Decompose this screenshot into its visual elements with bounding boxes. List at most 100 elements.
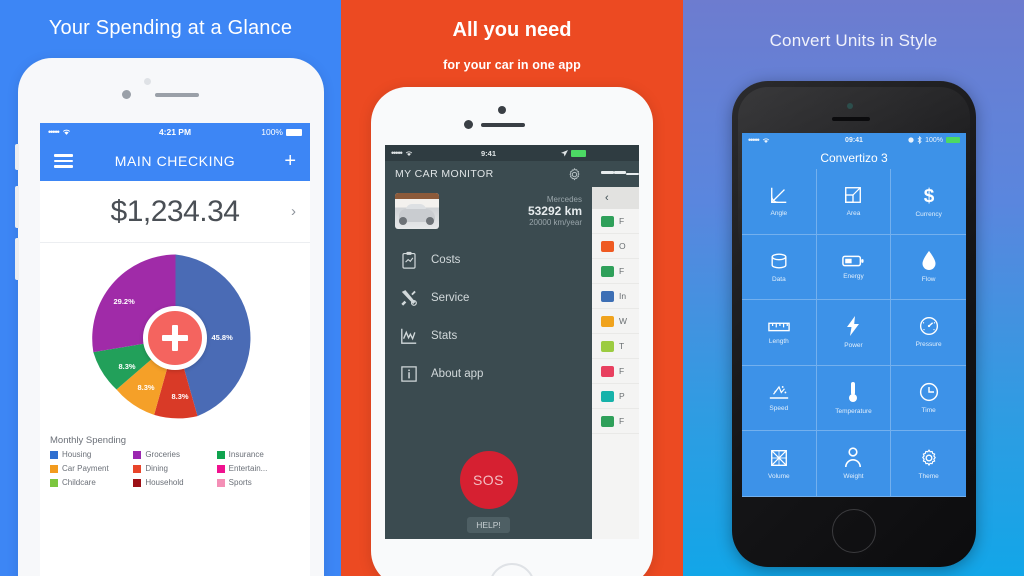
legend-item[interactable]: Dining	[133, 464, 216, 473]
tile-data[interactable]: Data	[742, 234, 817, 301]
tile-energy[interactable]: Energy	[816, 234, 892, 301]
sos-button[interactable]: SOS	[459, 451, 518, 509]
drawer-menu: Costs Service Stats About app	[385, 237, 592, 393]
menu-item-costs[interactable]: Costs	[385, 241, 592, 279]
status-bar-spacer	[592, 145, 639, 161]
home-button[interactable]	[832, 509, 876, 553]
pie-label-insurance: 8.3%	[118, 361, 136, 371]
database-icon	[771, 253, 787, 269]
proximity-sensor-icon	[122, 90, 131, 99]
tile-label: Power	[844, 342, 863, 350]
chart-legend: Monthly Spending Housing Groceries Insur…	[40, 433, 310, 487]
balance-row[interactable]: $1,234.34 ›	[40, 181, 310, 243]
tile-speed[interactable]: Speed	[742, 365, 817, 432]
list-item[interactable]: T	[592, 334, 639, 359]
hamburger-icon[interactable]	[592, 161, 639, 187]
menu-item-about-app[interactable]: About app	[385, 355, 592, 393]
legend-item[interactable]: Sports	[216, 478, 300, 487]
list-item[interactable]: W	[592, 309, 639, 334]
front-camera-icon	[847, 103, 853, 109]
area-icon	[845, 187, 862, 204]
tile-label: Temperature	[835, 408, 872, 416]
menu-label: Costs	[431, 254, 461, 266]
earpiece-speaker	[832, 117, 870, 121]
list-item[interactable]: O	[592, 234, 639, 259]
tile-theme[interactable]: Theme	[891, 431, 966, 497]
add-transaction-fab[interactable]	[143, 306, 207, 370]
tile-volume[interactable]: Volume	[742, 431, 817, 497]
pie-label-dining: 8.3%	[171, 391, 189, 401]
legend-swatch	[50, 478, 58, 487]
hamburger-icon[interactable]	[54, 154, 73, 168]
gear-icon[interactable]	[567, 167, 582, 182]
list-item[interactable]: F	[592, 259, 639, 284]
legend-item[interactable]: Car Payment	[50, 464, 133, 473]
status-bar: ••••• 9:41	[385, 145, 592, 161]
thermometer-icon	[849, 382, 858, 403]
chevron-left-icon[interactable]: ‹	[592, 187, 639, 209]
car-summary-row[interactable]: Mercedes 53292 km 20000 km/year	[385, 187, 592, 237]
battery-icon	[946, 137, 960, 143]
legend-title: Monthly Spending	[50, 435, 127, 446]
panel-convertizo-app: Convert Units in Style ••••• 09:41 100%	[683, 0, 1024, 576]
legend-item[interactable]: Groceries	[133, 450, 216, 459]
tile-angle[interactable]: Angle	[742, 169, 817, 235]
list-item[interactable]: P	[592, 384, 639, 409]
battery-icon	[842, 255, 865, 267]
tile-weight[interactable]: Weight	[816, 431, 892, 497]
panel-b-headline: All you need	[452, 19, 572, 41]
plus-icon[interactable]: +	[277, 151, 296, 171]
legend-label: Housing	[62, 450, 92, 459]
sos-area: SOS HELP!	[385, 451, 592, 533]
legend-item[interactable]: Insurance	[216, 450, 300, 459]
battery-percent: 100%	[261, 127, 283, 137]
tile-label: Theme	[918, 472, 939, 480]
speed-icon	[769, 385, 788, 399]
proximity-sensor-icon	[464, 120, 473, 129]
tile-currency[interactable]: $ Currency	[891, 169, 966, 235]
tile-label: Length	[768, 337, 789, 345]
tile-time[interactable]: Time	[891, 366, 966, 432]
legend-label: Entertain...	[228, 464, 268, 473]
category-icon	[601, 365, 614, 377]
tile-power[interactable]: Power	[816, 300, 892, 366]
help-button[interactable]: HELP!	[467, 517, 510, 533]
page-title: MAIN CHECKING	[114, 153, 236, 169]
status-bar: ••••• 4:21 PM 100%	[40, 123, 310, 141]
tile-area[interactable]: Area	[816, 169, 892, 235]
nav-bar: MAIN CHECKING +	[40, 141, 310, 181]
phone-a-volume-down	[15, 238, 19, 280]
legend-item[interactable]: Household	[133, 478, 216, 487]
legend-item[interactable]: Housing	[50, 450, 133, 459]
menu-item-service[interactable]: Service	[385, 279, 592, 317]
alarm-dot-icon	[908, 137, 914, 143]
tile-temperature[interactable]: Temperature	[816, 365, 892, 432]
spending-pie-chart[interactable]: 45.8% 29.2% 8.3% 8.3% 8.3%	[40, 243, 310, 433]
panel-a-headline: Your Spending at a Glance	[48, 17, 293, 39]
menu-item-stats[interactable]: Stats	[385, 317, 592, 355]
tile-flow[interactable]: Flow	[891, 235, 966, 301]
cube-icon	[770, 449, 787, 466]
legend-item[interactable]: Childcare	[50, 478, 133, 487]
list-item[interactable]: In	[592, 284, 639, 309]
legend-item[interactable]: Entertain...	[216, 464, 300, 473]
phone-b-screen: ••••• 9:41 MY CAR MONITOR Mercedes 53292…	[385, 145, 639, 539]
tile-pressure[interactable]: Pressure	[891, 300, 966, 366]
home-button[interactable]	[489, 563, 535, 576]
category-icon	[601, 265, 614, 277]
list-item[interactable]: F	[592, 209, 639, 234]
list-item[interactable]: F	[592, 359, 639, 384]
legend-label: Dining	[145, 464, 169, 473]
phone-mockup-white-middle: ••••• 9:41 MY CAR MONITOR Mercedes 53292…	[371, 87, 653, 576]
list-item[interactable]: F	[592, 409, 639, 434]
tile-length[interactable]: Length	[742, 300, 817, 366]
car-odometer: 53292 km	[527, 204, 582, 218]
chevron-right-icon[interactable]: ›	[291, 203, 296, 220]
car-photo-thumbnail	[395, 193, 439, 229]
wrench-icon	[399, 288, 419, 308]
category-icon	[601, 290, 614, 302]
bluetooth-icon	[917, 136, 922, 144]
app-store-screenshot-triptych: Your Spending at a Glance ••••• 4:21 PM …	[0, 0, 1024, 576]
earpiece-speaker	[155, 93, 199, 97]
gauge-icon	[919, 317, 938, 336]
